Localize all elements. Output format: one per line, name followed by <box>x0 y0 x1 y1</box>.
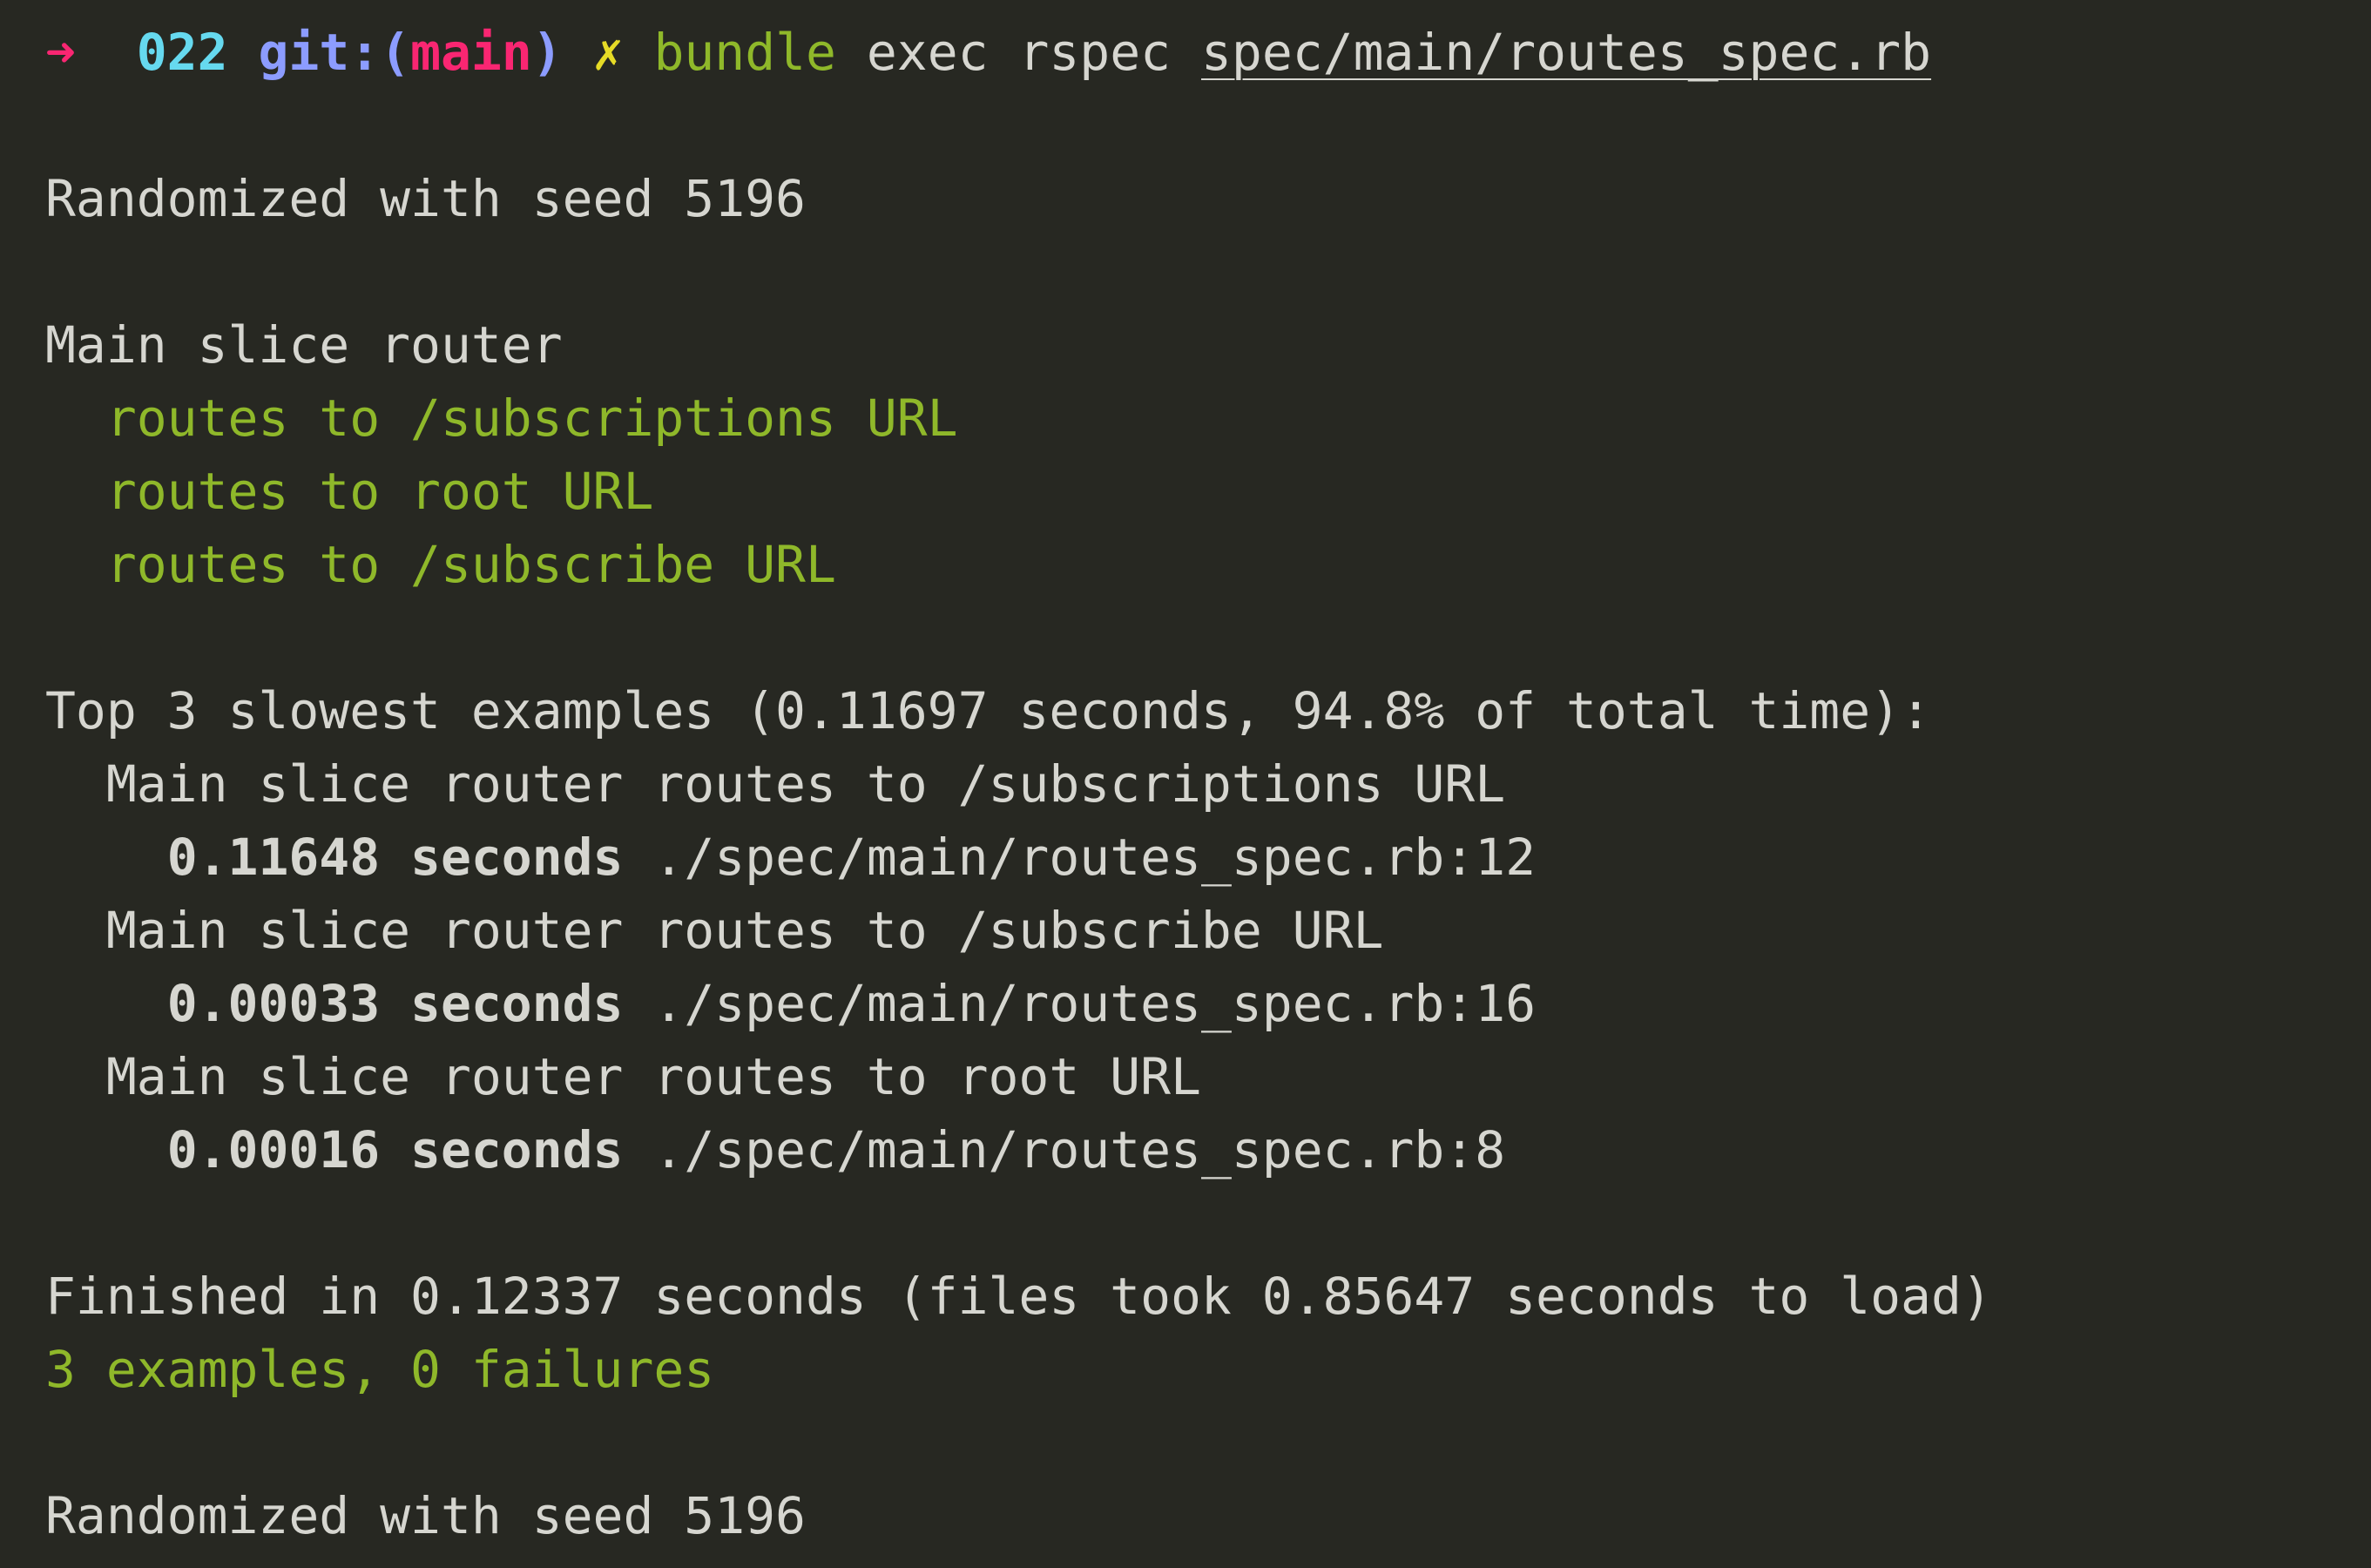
group-heading: Main slice router <box>45 315 563 375</box>
slow-time: 0.11648 seconds <box>166 828 624 887</box>
example-pass: routes to /subscriptions URL <box>45 382 1992 455</box>
git-branch: main <box>410 23 532 82</box>
slow-location: ./spec/main/routes_spec.rb:12 <box>653 828 1537 887</box>
slow-name: Main slice router routes to /subscribe U… <box>105 901 1384 960</box>
example-label: routes to root URL <box>105 462 654 521</box>
prompt-arrow-icon: ➜ <box>45 23 76 82</box>
git-close: ) <box>531 23 563 82</box>
seed-line: Randomized with seed 5196 <box>45 169 806 228</box>
slow-time: 0.00016 seconds <box>166 1120 624 1179</box>
slow-example-time: 0.00033 seconds ./spec/main/routes_spec.… <box>45 967 1992 1040</box>
slow-location: ./spec/main/routes_spec.rb:16 <box>653 974 1537 1033</box>
finished-line: Finished in 0.12337 seconds (files took … <box>45 1267 1992 1326</box>
summary-line: 3 examples, 0 failures <box>45 1340 715 1399</box>
git-label: git:( <box>258 23 411 82</box>
slow-example-time: 0.00016 seconds ./spec/main/routes_spec.… <box>45 1113 1992 1186</box>
slow-time: 0.00033 seconds <box>166 974 624 1033</box>
example-label: routes to /subscribe URL <box>105 535 836 594</box>
command-args: exec rspec <box>866 23 1172 82</box>
slowest-header: Top 3 slowest examples (0.11697 seconds,… <box>45 681 1931 740</box>
slow-example-name: Main slice router routes to root URL <box>45 1040 1992 1113</box>
file-path-link[interactable]: spec/main/routes_spec.rb <box>1201 23 1931 82</box>
example-pass: routes to /subscribe URL <box>45 528 1992 601</box>
slow-example-name: Main slice router routes to /subscribe U… <box>45 894 1992 967</box>
example-label: routes to /subscriptions URL <box>105 389 958 448</box>
slow-name: Main slice router routes to /subscriptio… <box>105 754 1506 814</box>
slow-example-time: 0.11648 seconds ./spec/main/routes_spec.… <box>45 821 1992 894</box>
terminal-output[interactable]: ➜ 022 git:(main) ✗ bundle exec rspec spe… <box>45 16 1992 1552</box>
slow-name: Main slice router routes to root URL <box>105 1047 1201 1106</box>
prompt-line: ➜ 022 git:(main) ✗ bundle exec rspec spe… <box>45 16 1992 89</box>
slow-location: ./spec/main/routes_spec.rb:8 <box>653 1120 1506 1179</box>
dirty-icon: ✗ <box>592 23 624 82</box>
prompt-dir: 022 <box>136 23 228 82</box>
command: bundle <box>653 23 836 82</box>
seed-line-end: Randomized with seed 5196 <box>45 1486 806 1545</box>
example-pass: routes to root URL <box>45 455 1992 528</box>
slow-example-name: Main slice router routes to /subscriptio… <box>45 747 1992 821</box>
